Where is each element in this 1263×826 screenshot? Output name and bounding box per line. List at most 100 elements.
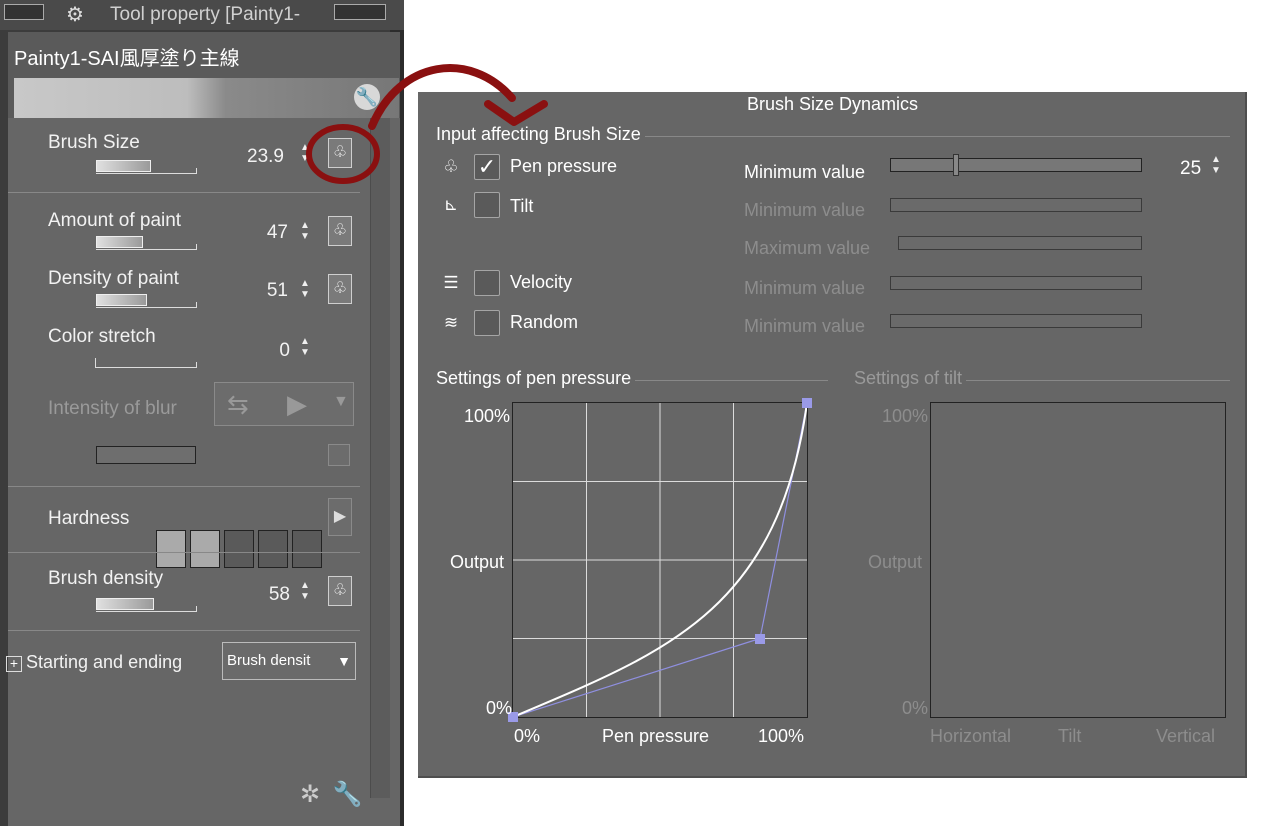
tilt-x-mid-label: Tilt xyxy=(1058,726,1082,746)
brush-density-pressure-button[interactable]: ♧ xyxy=(328,576,352,606)
tilt-label: Tilt xyxy=(510,196,534,216)
tilt-min-slider[interactable] xyxy=(890,198,1142,212)
color-stretch-label: Color stretch xyxy=(48,326,156,347)
tilt-max-slider[interactable] xyxy=(898,236,1142,250)
slider-tick xyxy=(196,362,197,368)
pressure-min-slider[interactable] xyxy=(890,154,1142,176)
pressure-curve-canvas[interactable] xyxy=(513,403,807,717)
hardness-step-1[interactable] xyxy=(156,530,186,568)
amount-of-paint-value[interactable]: 47 xyxy=(248,222,288,244)
control-point[interactable] xyxy=(802,398,812,408)
wrench-icon[interactable]: 🔧 xyxy=(333,781,363,808)
velocity-checkbox[interactable] xyxy=(474,270,500,296)
tilt-y-mid-label: Output xyxy=(868,552,923,572)
brush-density-value[interactable]: 58 xyxy=(250,584,290,606)
expand-icon[interactable]: + xyxy=(6,656,22,672)
pressure-x-right-label: 100% xyxy=(758,726,805,746)
brush-size-value[interactable]: 23.9 xyxy=(244,146,284,168)
pressure-y-top-label: 100% xyxy=(464,406,511,426)
color-stretch-value[interactable]: 0 xyxy=(250,340,290,362)
dropdown-value: Brush densit xyxy=(227,652,311,669)
tilt-y-top-label: 100% xyxy=(882,406,929,426)
brush-size-dynamics-dialog: Brush Size Dynamics Input affecting Brus… xyxy=(418,92,1247,778)
blur-mode-selector[interactable]: ⇆ ▶ ▼ xyxy=(214,382,354,426)
slider-tick xyxy=(196,302,197,308)
brush-size-slider[interactable] xyxy=(96,160,197,174)
window-buttons[interactable] xyxy=(334,4,386,20)
starting-ending-dropdown[interactable]: Brush densit ▼ xyxy=(222,642,356,680)
input-group-title: Input affecting Brush Size xyxy=(436,124,645,145)
density-of-paint-spinner[interactable]: ▲ ▼ xyxy=(298,278,312,304)
color-stretch-slider[interactable] xyxy=(95,354,197,368)
pressure-min-label: Minimum value xyxy=(744,162,866,182)
pressure-y-bottom-label: 0% xyxy=(486,698,513,718)
pressure-x-mid-label: Pen pressure xyxy=(602,726,710,746)
blur-slider[interactable] xyxy=(96,446,196,464)
brush-size-pressure-button[interactable]: ♧ xyxy=(328,138,352,168)
tool-icon: ⚙ xyxy=(66,4,84,26)
amount-of-paint-spinner[interactable]: ▲ ▼ xyxy=(298,220,312,246)
scrollbar[interactable] xyxy=(370,118,390,798)
velocity-min-slider[interactable] xyxy=(890,276,1142,290)
panel-titlebar[interactable]: ⚙ Tool property [Painty1- xyxy=(0,0,404,30)
separator xyxy=(8,192,360,193)
brush-size-spinner[interactable]: ▲ ▼ xyxy=(298,142,312,168)
slider-fill xyxy=(96,160,151,172)
slider-thumb[interactable] xyxy=(953,154,959,176)
brush-density-slider[interactable] xyxy=(96,598,197,612)
hardness-label: Hardness xyxy=(48,508,130,529)
density-of-paint-slider[interactable] xyxy=(96,294,197,308)
pressure-curve-graph[interactable] xyxy=(508,398,812,722)
intensity-of-blur-label: Intensity of blur xyxy=(48,398,177,419)
slider-fill xyxy=(96,598,154,610)
pressure-min-value[interactable]: 25 xyxy=(1180,158,1201,180)
control-point[interactable] xyxy=(754,633,765,644)
tilt-icon: ⊾ xyxy=(443,195,459,214)
tool-property-panel: ⚙ Tool property [Painty1- Painty1-SAI風厚塗… xyxy=(0,0,404,826)
reset-icon[interactable]: ✲ xyxy=(300,781,320,808)
blur-toggle[interactable] xyxy=(328,444,350,466)
amount-of-paint-slider[interactable] xyxy=(96,236,197,250)
pressure-min-spinner[interactable]: ▲ ▼ xyxy=(1208,154,1224,180)
density-of-paint-value[interactable]: 51 xyxy=(248,280,288,302)
brush-stroke-preview xyxy=(14,78,399,118)
hardness-next-button[interactable]: ▶ xyxy=(328,498,352,536)
blur-icon: ⇆ xyxy=(227,389,249,419)
tilt-group-title: Settings of tilt xyxy=(854,368,967,389)
velocity-icon: ☰ xyxy=(443,273,459,292)
tilt-curve-graph[interactable] xyxy=(930,402,1226,718)
dialog-title: Brush Size Dynamics xyxy=(746,94,919,114)
tilt-y-bottom-label: 0% xyxy=(902,698,929,718)
menu-icon[interactable] xyxy=(4,4,44,20)
pen-pressure-checkbox[interactable]: ✓ xyxy=(474,154,500,180)
brush-density-spinner[interactable]: ▲ ▼ xyxy=(298,580,312,606)
starting-ending-label: Starting and ending xyxy=(26,652,183,672)
brush-density-label: Brush density xyxy=(48,568,164,589)
pressure-y-mid-label: Output xyxy=(450,552,505,572)
pressure-group-title: Settings of pen pressure xyxy=(436,368,636,389)
amount-of-paint-pressure-button[interactable]: ♧ xyxy=(328,216,352,246)
hardness-step-4[interactable] xyxy=(258,530,288,568)
slider-tick xyxy=(196,606,197,612)
density-of-paint-pressure-button[interactable]: ♧ xyxy=(328,274,352,304)
random-min-slider[interactable] xyxy=(890,314,1142,328)
color-stretch-spinner[interactable]: ▲ ▼ xyxy=(298,336,312,362)
tilt-x-left-label: Horizontal xyxy=(930,726,1012,746)
brush-size-label: Brush Size xyxy=(48,132,140,153)
separator xyxy=(8,552,360,553)
tilt-checkbox[interactable] xyxy=(474,192,500,218)
pen-pressure-icon: ♧ xyxy=(443,157,459,176)
slider-tick xyxy=(95,358,96,368)
tilt-min-label: Minimum value xyxy=(744,200,866,220)
slider-tick xyxy=(196,168,197,174)
density-of-paint-label: Density of paint xyxy=(48,268,179,289)
tilt-max-label: Maximum value xyxy=(744,238,871,258)
wrench-icon[interactable]: 🔧 xyxy=(354,84,380,110)
panel-title: Tool property [Painty1- xyxy=(110,4,301,25)
pen-pressure-label: Pen pressure xyxy=(510,156,618,176)
hardness-step-3[interactable] xyxy=(224,530,254,568)
hardness-step-5[interactable] xyxy=(292,530,322,568)
random-checkbox[interactable] xyxy=(474,310,500,336)
random-label: Random xyxy=(510,312,579,332)
hardness-step-2[interactable] xyxy=(190,530,220,568)
